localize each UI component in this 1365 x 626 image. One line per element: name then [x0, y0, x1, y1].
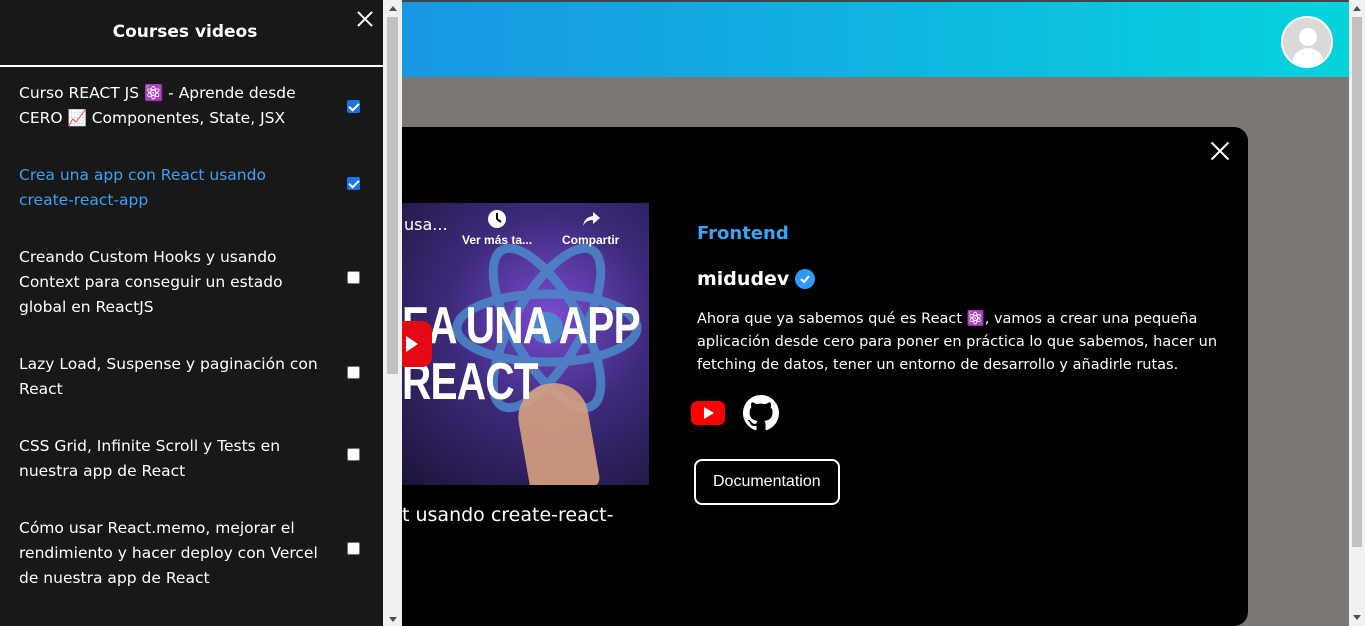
courses-sidebar: Courses videos Curso REACT JS ⚛️ - Apren…: [0, 0, 383, 626]
course-checkbox[interactable]: [347, 271, 360, 284]
play-button-icon[interactable]: [402, 321, 432, 367]
course-item[interactable]: Crea una app con React usando create-rea…: [0, 131, 383, 213]
youtube-icon[interactable]: [691, 401, 725, 425]
scroll-down-arrow-icon[interactable]: [389, 617, 397, 622]
thumbnail-text: EA UNA APP REACT: [402, 297, 641, 411]
scroll-thumb[interactable]: [387, 17, 398, 374]
course-checkbox[interactable]: [347, 542, 360, 555]
course-item[interactable]: CSS Grid, Infinite Scroll y Tests en nue…: [0, 402, 383, 484]
course-item[interactable]: Creando Custom Hooks y usando Context pa…: [0, 213, 383, 320]
page-scrollbar[interactable]: [1349, 0, 1365, 626]
course-detail-modal: EA UNA APP REACT usa... Ver más ta... Co…: [383, 127, 1248, 626]
sidebar-scrollbar[interactable]: [383, 0, 402, 626]
course-checkbox[interactable]: [347, 100, 360, 113]
course-checkbox[interactable]: [347, 366, 360, 379]
clock-icon: [488, 210, 507, 228]
social-links: [691, 395, 1247, 431]
course-checkbox[interactable]: [347, 177, 360, 190]
scroll-up-arrow-icon[interactable]: [389, 6, 397, 11]
github-icon[interactable]: [743, 395, 779, 431]
course-checkbox[interactable]: [347, 448, 360, 461]
scroll-thumb[interactable]: [1352, 17, 1362, 547]
author-name: midudev: [697, 268, 790, 290]
sidebar-title: Courses videos: [112, 22, 258, 42]
course-item[interactable]: Curso REACT JS ⚛️ - Aprende desde CERO 📈…: [0, 67, 383, 131]
course-info: Frontend midudev Ahora que ya sabemos qu…: [691, 223, 1247, 505]
scroll-up-arrow-icon[interactable]: [1353, 6, 1361, 11]
course-item[interactable]: Cómo usar React.memo, mejorar el rendimi…: [0, 484, 383, 591]
user-avatar-icon[interactable]: [1281, 16, 1333, 68]
documentation-button[interactable]: Documentation: [694, 459, 840, 505]
author-row: midudev: [697, 268, 1247, 290]
modal-close-icon[interactable]: [1208, 139, 1232, 163]
video-title[interactable]: usa...: [404, 215, 448, 234]
course-item[interactable]: Lazy Load, Suspense y paginación con Rea…: [0, 320, 383, 402]
share-arrow-icon: [582, 212, 600, 226]
sidebar-header: Courses videos: [0, 0, 383, 67]
share-button[interactable]: Compartir: [562, 209, 619, 247]
sidebar-close-icon[interactable]: [356, 10, 374, 28]
watch-later-button[interactable]: Ver más ta...: [462, 209, 532, 247]
category-label: Frontend: [697, 223, 789, 244]
course-list: Curso REACT JS ⚛️ - Aprende desde CERO 📈…: [0, 67, 383, 591]
scroll-down-arrow-icon[interactable]: [1353, 615, 1361, 620]
course-description: Ahora que ya sabemos qué es React ⚛️, va…: [697, 311, 1218, 373]
video-player[interactable]: EA UNA APP REACT usa... Ver más ta... Co…: [402, 203, 649, 485]
video-caption: t usando create-react-: [402, 504, 614, 526]
verified-badge-icon: [795, 269, 816, 289]
